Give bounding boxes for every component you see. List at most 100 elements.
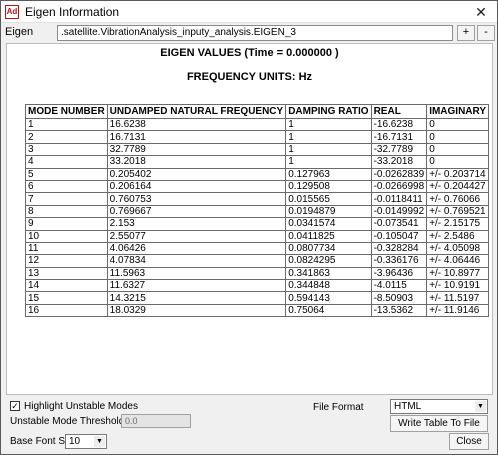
real-cell: -13.5362 xyxy=(370,303,428,318)
table-header-row: MODE NUMBER UNDAMPED NATURAL FREQUENCY D… xyxy=(25,104,490,119)
mode-number-cell: 8 xyxy=(25,204,108,219)
imaginary-cell: +/- 4.06446 xyxy=(426,254,490,268)
table-row: 16 18.0329 0.75064 -13.5362 +/- 11.9146 xyxy=(25,303,490,318)
imaginary-cell: 0 xyxy=(426,117,490,132)
report-panel: EIGEN VALUES (Time = 0.000000 ) FREQUENC… xyxy=(6,43,493,395)
undamped-frequency-cell: 4.07834 xyxy=(106,254,287,268)
imaginary-cell: +/- 11.9146 xyxy=(426,303,490,318)
table-row: 12 4.07834 0.0824295 -0.336176 +/- 4.06446 xyxy=(25,254,490,268)
real-cell: -0.073541 xyxy=(370,217,428,231)
table-row: 8 0.769667 0.0194879 -0.0149992 +/- 0.769521 xyxy=(25,204,490,219)
base-font-size-value: 10 xyxy=(69,436,81,447)
app-icon: Ad xyxy=(5,5,19,19)
base-font-size-select[interactable]: 10 ▼ xyxy=(65,434,107,449)
mode-number-cell: 10 xyxy=(25,229,108,243)
damping-ratio-cell: 0.0411825 xyxy=(285,229,372,243)
damping-ratio-cell: 0.594143 xyxy=(285,291,372,305)
damping-ratio-cell: 1 xyxy=(285,155,372,169)
eigen-table: MODE NUMBER UNDAMPED NATURAL FREQUENCY D… xyxy=(25,104,490,318)
damping-ratio-cell: 0.0341574 xyxy=(285,217,372,231)
damping-ratio-cell: 0.341863 xyxy=(285,266,372,281)
undamped-frequency-cell: 16.7131 xyxy=(106,130,287,144)
imaginary-cell: 0 xyxy=(426,142,490,157)
write-table-button[interactable]: Write Table To File xyxy=(390,415,488,432)
report-title: EIGEN VALUES (Time = 0.000000 ) xyxy=(160,47,339,59)
mode-number-cell: 7 xyxy=(25,192,108,206)
real-cell: -16.6238 xyxy=(370,117,428,132)
chevron-down-icon: ▼ xyxy=(94,436,105,447)
undamped-frequency-cell: 33.2018 xyxy=(106,155,287,169)
real-cell: -16.7131 xyxy=(370,130,428,144)
real-cell: -0.0262839 xyxy=(370,167,428,181)
mode-number-cell: 13 xyxy=(25,266,108,281)
threshold-input[interactable]: 0.0 xyxy=(121,414,191,428)
mode-number-cell: 2 xyxy=(25,130,108,144)
eigen-table-body: 1 16.6238 1 -16.6238 0 2 16.7131 1 -16.7131 0 3 32.… xyxy=(25,117,490,318)
undamped-frequency-cell: 32.7789 xyxy=(106,142,287,157)
window-close-icon[interactable]: ✕ xyxy=(467,2,495,22)
real-cell: -4.0115 xyxy=(370,279,428,293)
table-row: 5 0.205402 0.127963 -0.0262839 +/- 0.203714 xyxy=(25,167,490,181)
checkmark-icon: ✓ xyxy=(11,401,19,411)
mode-number-cell: 14 xyxy=(25,279,108,293)
mode-number-cell: 16 xyxy=(25,303,108,318)
real-cell: -0.105047 xyxy=(370,229,428,243)
table-row: 15 14.3215 0.594143 -8.50903 +/- 11.5197 xyxy=(25,291,490,305)
undamped-frequency-cell: 11.6327 xyxy=(106,279,287,293)
damping-ratio-cell: 1 xyxy=(285,130,372,144)
mode-number-cell: 12 xyxy=(25,254,108,268)
eigen-remove-button[interactable]: - xyxy=(477,25,495,41)
damping-ratio-cell: 0.127963 xyxy=(285,167,372,181)
imaginary-cell: +/- 0.204427 xyxy=(426,179,490,194)
eigen-information-window: Ad Eigen Information ✕ Eigen .satellite.… xyxy=(0,0,498,455)
table-row: 10 2.55077 0.0411825 -0.105047 +/- 2.5486 xyxy=(25,229,490,243)
damping-ratio-cell: 0.129508 xyxy=(285,179,372,194)
real-cell: -0.328284 xyxy=(370,241,428,256)
eigen-name-field[interactable]: .satellite.VibrationAnalysis_inputy_anal… xyxy=(57,25,453,41)
file-format-select[interactable]: HTML ▼ xyxy=(390,399,488,414)
damping-ratio-cell: 0.0824295 xyxy=(285,254,372,268)
col-header-mode-number: MODE NUMBER xyxy=(25,104,108,119)
damping-ratio-cell: 0.75064 xyxy=(285,303,372,318)
imaginary-cell: +/- 0.769521 xyxy=(426,204,490,219)
real-cell: -32.7789 xyxy=(370,142,428,157)
undamped-frequency-cell: 4.06426 xyxy=(106,241,287,256)
damping-ratio-cell: 1 xyxy=(285,117,372,132)
undamped-frequency-cell: 14.3215 xyxy=(106,291,287,305)
highlight-unstable-label: Highlight Unstable Modes xyxy=(24,401,138,412)
col-header-damping-ratio: DAMPING RATIO xyxy=(285,104,372,119)
close-button[interactable]: Close xyxy=(449,433,489,450)
mode-number-cell: 11 xyxy=(25,241,108,256)
table-row: 6 0.206164 0.129508 -0.0266998 +/- 0.204427 xyxy=(25,179,490,194)
col-header-undamped-frequency: UNDAMPED NATURAL FREQUENCY xyxy=(106,104,287,119)
table-row: 7 0.760753 0.015565 -0.0118411 +/- 0.76066 xyxy=(25,192,490,206)
col-header-real: REAL xyxy=(370,104,428,119)
undamped-frequency-cell: 18.0329 xyxy=(106,303,287,318)
eigen-selector-row: Eigen .satellite.VibrationAnalysis_input… xyxy=(1,24,497,42)
damping-ratio-cell: 0.344848 xyxy=(285,279,372,293)
table-row: 3 32.7789 1 -32.7789 0 xyxy=(25,142,490,157)
highlight-unstable-checkbox[interactable]: ✓ xyxy=(10,401,20,411)
eigen-add-button[interactable]: + xyxy=(457,25,475,41)
file-format-label: File Format xyxy=(313,402,364,413)
col-header-imaginary: IMAGINARY xyxy=(426,104,490,119)
undamped-frequency-cell: 2.55077 xyxy=(106,229,287,243)
imaginary-cell: +/- 10.8977 xyxy=(426,266,490,281)
imaginary-cell: +/- 0.203714 xyxy=(426,167,490,181)
eigen-label: Eigen xyxy=(5,26,34,38)
mode-number-cell: 4 xyxy=(25,155,108,169)
mode-number-cell: 15 xyxy=(25,291,108,305)
imaginary-cell: +/- 0.76066 xyxy=(426,192,490,206)
undamped-frequency-cell: 0.206164 xyxy=(106,179,287,194)
real-cell: -8.50903 xyxy=(370,291,428,305)
imaginary-cell: +/- 2.15175 xyxy=(426,217,490,231)
imaginary-cell: 0 xyxy=(426,155,490,169)
real-cell: -0.0266998 xyxy=(370,179,428,194)
undamped-frequency-cell: 2.153 xyxy=(106,217,287,231)
mode-number-cell: 3 xyxy=(25,142,108,157)
undamped-frequency-cell: 0.205402 xyxy=(106,167,287,181)
mode-number-cell: 6 xyxy=(25,179,108,194)
mode-number-cell: 1 xyxy=(25,117,108,132)
damping-ratio-cell: 0.0807734 xyxy=(285,241,372,256)
table-row: 4 33.2018 1 -33.2018 0 xyxy=(25,155,490,169)
